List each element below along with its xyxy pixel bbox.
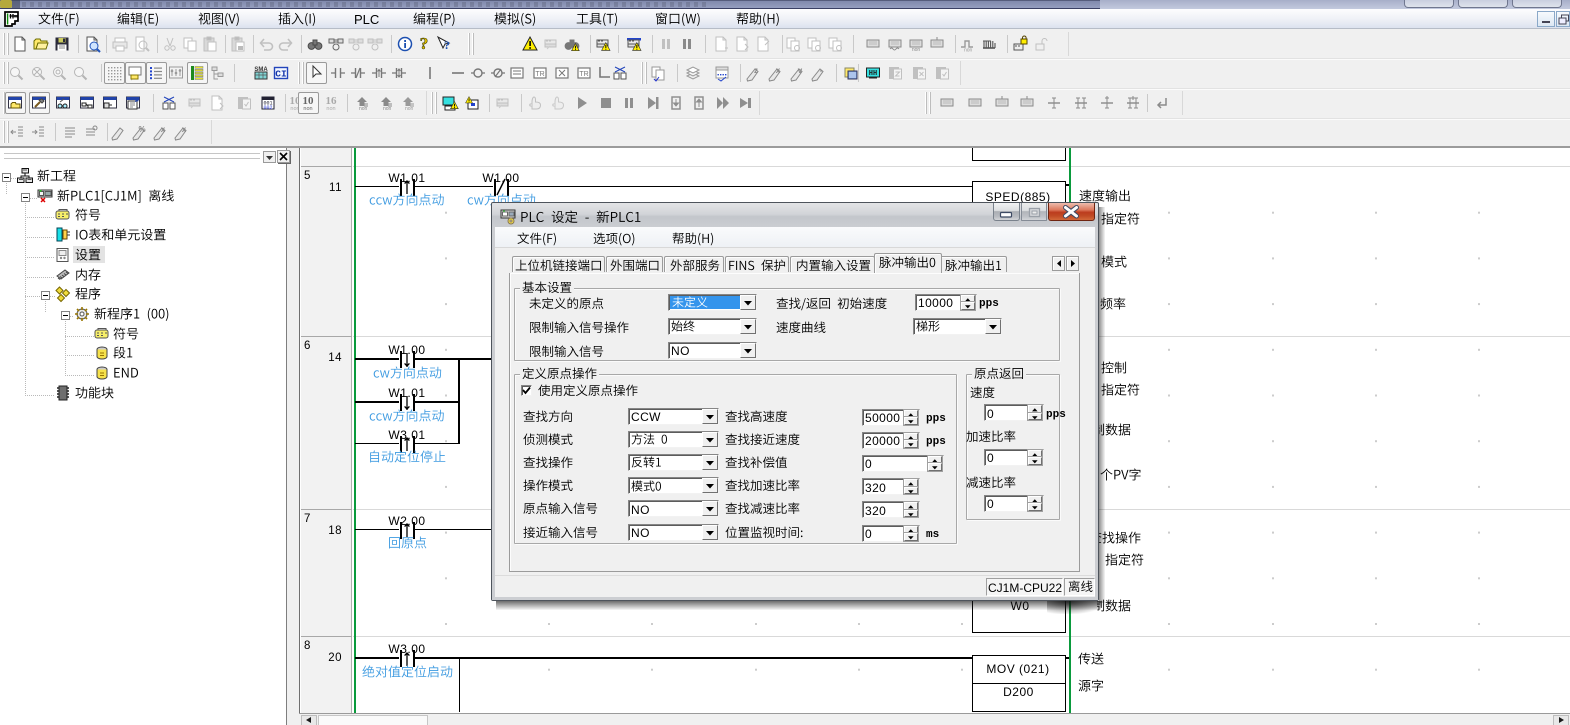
svg-text:-: - xyxy=(820,66,823,75)
svg-text:?: ? xyxy=(420,34,429,53)
svg-text:x: x xyxy=(161,125,166,134)
svg-text:x: x xyxy=(776,66,781,75)
svg-text:002: 002 xyxy=(263,105,272,111)
svg-text:CI: CI xyxy=(275,69,286,80)
svg-text:TR: TR xyxy=(579,71,588,78)
svg-text:non: non xyxy=(964,47,973,53)
svg-text:non: non xyxy=(383,106,392,112)
svg-text:?: ? xyxy=(444,38,450,52)
svg-text:non: non xyxy=(912,47,921,53)
svg-text:non: non xyxy=(359,106,368,112)
svg-text:non: non xyxy=(326,106,335,112)
svg-text:HH: HH xyxy=(869,70,877,78)
svg-text:z: z xyxy=(754,66,758,75)
svg-text:non: non xyxy=(303,106,312,112)
svg-text:x: x xyxy=(182,125,187,134)
svg-text:non: non xyxy=(405,106,414,112)
svg-text:v: v xyxy=(798,66,803,75)
svg-text:%: % xyxy=(138,125,145,134)
svg-text:TR: TR xyxy=(535,71,544,78)
